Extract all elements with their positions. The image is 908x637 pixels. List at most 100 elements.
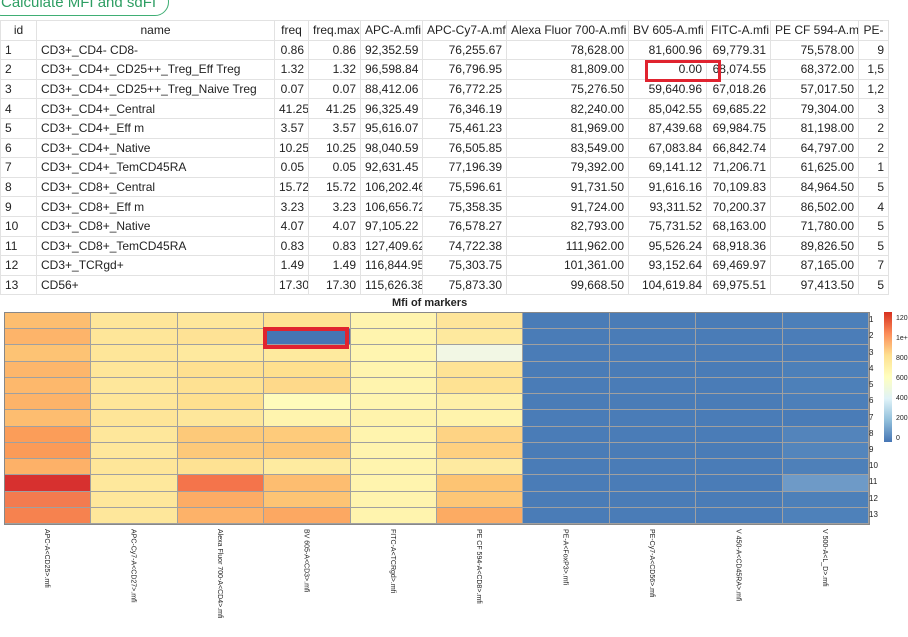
column-header[interactable]: name: [36, 20, 275, 41]
heatmap-cell: [782, 361, 869, 378]
table-cell: 7: [0, 157, 37, 178]
heatmap-cell: [437, 475, 524, 492]
table-row: 12 CD3+_TCRgd+ 1.49 1.49 116,844.95 75,303.75…: [0, 255, 889, 276]
table-cell: 97,105.22: [360, 215, 423, 237]
column-header[interactable]: PE CF 594-A.mfi: [770, 20, 859, 41]
heatmap-cell: [523, 459, 610, 476]
column-header[interactable]: FITC-A.mfi: [706, 20, 771, 41]
heatmap-cell: [91, 442, 178, 460]
heatmap-column-label: Alexa Fluor 700-A<CD4>.mfi: [216, 529, 223, 619]
column-header[interactable]: Alexa Fluor 700-A.mfi: [506, 20, 629, 41]
column-header[interactable]: PE-: [858, 20, 889, 41]
heatmap-cell: [523, 329, 610, 346]
cell-name: CD3+_CD4+_CD25++_Treg_Naive Treg: [36, 78, 275, 100]
table-row: 9 CD3+_CD8+_Eff m 3.23 3.23 106,656.72 75,358…: [0, 196, 889, 217]
legend-tick-label: 200: [896, 415, 908, 422]
heatmap-cell: [523, 377, 610, 395]
heatmap-cell: [91, 394, 178, 411]
heatmap-cell: [350, 475, 437, 492]
heatmap-cell: [696, 475, 783, 492]
table-cell: 115,626.38: [360, 274, 423, 296]
cell-name: CD3+_CD8+_Central: [36, 176, 275, 198]
heatmap-cell: [696, 313, 783, 330]
heatmap-cell: [437, 377, 524, 395]
table-cell: 70,200.37: [706, 196, 771, 217]
column-header[interactable]: freq: [274, 20, 309, 41]
heatmap-column-label: FITC-A<TCRgd>.mfi: [388, 529, 396, 594]
cell-name: CD3+_CD4+_Native: [36, 137, 275, 159]
table-cell: 1.32: [308, 59, 361, 80]
table-cell: 5: [858, 274, 889, 296]
column-header[interactable]: id: [0, 20, 37, 41]
table-cell: 92,631.45: [360, 157, 423, 178]
table-row: 4 CD3+_CD4+_Central 41.25 41.25 96,325.49 76,…: [0, 98, 889, 119]
mfi-table: id name freq freq.max APC-A.mfi APC-Cy7-A.mfi…: [0, 20, 889, 296]
table-row: 5 CD3+_CD4+_Eff m 3.57 3.57 95,616.07 75,461.…: [0, 117, 889, 139]
table-cell: 93,311.52: [628, 196, 707, 217]
heatmap-cell: [5, 345, 92, 362]
table-cell: 4: [0, 98, 37, 119]
heatmap-cell: [91, 491, 178, 508]
heatmap-cell: [91, 361, 178, 378]
heatmap-cell: [523, 475, 610, 492]
column-header[interactable]: freq.max: [308, 20, 361, 41]
table-cell: 75,873.30: [422, 274, 507, 296]
heatmap-cell: [782, 426, 869, 443]
table-cell: 41.25: [308, 98, 361, 119]
table-cell: 106,656.72: [360, 196, 423, 217]
table-cell: 3.23: [308, 196, 361, 217]
table-cell: 74,722.38: [422, 235, 507, 257]
table-cell: 0.86: [308, 39, 361, 61]
table-cell: 4: [858, 196, 889, 217]
heatmap-cell: [5, 475, 92, 492]
heatmap-row-label: 13: [869, 509, 878, 519]
calculate-button[interactable]: Calculate MFI and sdFI: [0, 0, 170, 16]
table-cell: 17.30: [274, 274, 309, 296]
heatmap-panel: Mfi of markers 1 2 3 4 5 6 7 8 9 10 11 12 13 120 1e+ 8…: [0, 297, 908, 637]
table-cell: 101,361.00: [506, 255, 629, 276]
heatmap-cell: [696, 394, 783, 411]
heatmap-cell: [177, 394, 265, 411]
heatmap-cell: [350, 313, 437, 330]
heatmap-row-label: 10: [869, 461, 878, 471]
table-cell: 3: [858, 98, 889, 119]
column-header[interactable]: APC-Cy7-A.mfi: [422, 20, 507, 41]
table-cell: 81,600.96: [628, 39, 707, 61]
cell-name: CD3+_CD4+_Central: [36, 98, 275, 119]
column-header[interactable]: APC-A.mfi: [360, 20, 423, 41]
heatmap-cell: [437, 410, 524, 427]
table-cell: 104,619.84: [628, 274, 707, 296]
table-cell: 96,598.84: [360, 59, 423, 80]
heatmap-cell: [91, 475, 178, 492]
heatmap-cell: [177, 313, 265, 330]
table-cell: 5: [0, 117, 37, 139]
cell-name: CD3+_CD4- CD8-: [36, 39, 275, 61]
heatmap-cell: [609, 345, 697, 362]
heatmap-cell: [264, 507, 351, 524]
heatmap-grid: [4, 312, 870, 525]
table-cell: 87,439.68: [628, 117, 707, 139]
table-cell: 87,165.00: [770, 255, 859, 276]
heatmap-cell: [782, 459, 869, 476]
heatmap-cell: [437, 329, 524, 346]
table-cell: 3.57: [308, 117, 361, 139]
heatmap-cell: [264, 459, 351, 476]
column-header[interactable]: BV 605-A.mfi: [628, 20, 707, 41]
table-cell: 76,796.95: [422, 59, 507, 80]
table-cell: 0.86: [274, 39, 309, 61]
table-cell: 10: [0, 215, 37, 237]
heatmap-cell: [264, 394, 351, 411]
heatmap-row-label: 7: [869, 412, 874, 422]
table-cell: 1,5: [858, 59, 889, 80]
table-cell: 75,461.23: [422, 117, 507, 139]
table-cell: 116,844.95: [360, 255, 423, 276]
heatmap-cell: [91, 426, 178, 443]
heatmap-cell: [264, 377, 351, 395]
heatmap-cell: [350, 329, 437, 346]
table-cell: 76,578.27: [422, 215, 507, 237]
heatmap-cell: [523, 313, 610, 330]
heatmap-cell: [5, 394, 92, 411]
table-cell: 71,780.00: [770, 215, 859, 237]
table-cell: 91,724.00: [506, 196, 629, 217]
heatmap-cell: [177, 329, 265, 346]
